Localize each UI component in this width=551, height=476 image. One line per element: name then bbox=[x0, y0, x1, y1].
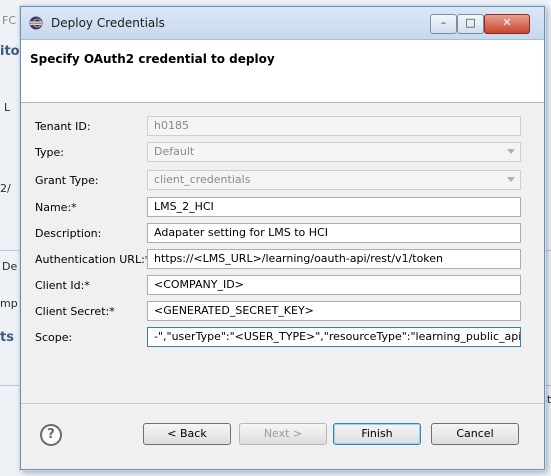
grant-type-value: client_credentials bbox=[154, 173, 251, 186]
client-id-input[interactable]: <COMPANY_ID> bbox=[147, 275, 521, 295]
scope-label: Scope: bbox=[35, 331, 73, 344]
type-row: Type: Default bbox=[21, 142, 544, 164]
title-bar[interactable]: Deploy Credentials – □ ✕ bbox=[21, 7, 544, 40]
chevron-down-icon bbox=[507, 149, 515, 154]
client-id-row: Client Id:* <COMPANY_ID> bbox=[21, 275, 544, 297]
grant-type-row: Grant Type: client_credentials bbox=[21, 170, 544, 192]
description-label: Description: bbox=[35, 227, 102, 240]
description-row: Description: Adapater setting for LMS to… bbox=[21, 223, 544, 245]
client-id-label: Client Id:* bbox=[35, 279, 90, 292]
bg-fragment: 2/ bbox=[0, 182, 11, 195]
scope-row: Scope: -","userType":"<USER_TYPE>","reso… bbox=[21, 327, 544, 349]
type-label: Type: bbox=[35, 146, 64, 159]
type-select: Default bbox=[147, 142, 521, 162]
tenant-id-field: h0185 bbox=[147, 116, 521, 136]
chevron-down-icon bbox=[507, 177, 515, 182]
name-input[interactable]: LMS_2_HCI bbox=[147, 197, 521, 217]
auth-url-label: Authentication URL:* bbox=[35, 253, 151, 266]
wizard-header: Specify OAuth2 credential to deploy bbox=[21, 40, 544, 103]
client-secret-input[interactable]: <GENERATED_SECRET_KEY> bbox=[147, 301, 521, 321]
client-secret-row: Client Secret:* <GENERATED_SECRET_KEY> bbox=[21, 301, 544, 323]
auth-url-input[interactable]: https://<LMS_URL>/learning/oauth-api/res… bbox=[147, 249, 521, 269]
grant-type-label: Grant Type: bbox=[35, 174, 99, 187]
grant-type-select: client_credentials bbox=[147, 170, 521, 190]
bg-fragment: De bbox=[2, 260, 18, 273]
next-button[interactable]: Next > bbox=[239, 423, 327, 445]
cancel-button[interactable]: Cancel bbox=[431, 423, 519, 445]
bg-fragment: mp bbox=[0, 297, 18, 310]
minimize-button[interactable]: – bbox=[430, 14, 457, 34]
bg-fragment: FC bbox=[2, 14, 17, 27]
type-value: Default bbox=[154, 145, 195, 158]
deploy-credentials-dialog: Deploy Credentials – □ ✕ Specify OAuth2 … bbox=[20, 6, 545, 470]
scope-input[interactable]: -","userType":"<USER_TYPE>","resourceTyp… bbox=[147, 327, 521, 347]
dialog-title: Deploy Credentials bbox=[51, 16, 165, 30]
auth-url-row: Authentication URL:* https://<LMS_URL>/l… bbox=[21, 249, 544, 271]
name-row: Name:* LMS_2_HCI bbox=[21, 197, 544, 219]
client-secret-label: Client Secret:* bbox=[35, 305, 115, 318]
bg-fragment: ito bbox=[0, 44, 20, 59]
eclipse-icon bbox=[29, 16, 43, 30]
wizard-title: Specify OAuth2 credential to deploy bbox=[30, 52, 275, 66]
button-bar-divider bbox=[21, 403, 544, 404]
bg-fragment: L bbox=[4, 101, 11, 114]
bg-fragment: ts bbox=[0, 330, 14, 345]
help-icon[interactable]: ? bbox=[40, 424, 62, 446]
finish-button[interactable]: Finish bbox=[333, 423, 421, 445]
maximize-button[interactable]: □ bbox=[457, 14, 484, 34]
name-label: Name:* bbox=[35, 201, 77, 214]
close-button[interactable]: ✕ bbox=[484, 14, 530, 34]
tenant-id-row: Tenant ID: h0185 bbox=[21, 116, 544, 138]
back-button[interactable]: < Back bbox=[143, 423, 231, 445]
description-input[interactable]: Adapater setting for LMS to HCI bbox=[147, 223, 521, 243]
tenant-id-label: Tenant ID: bbox=[35, 120, 91, 133]
